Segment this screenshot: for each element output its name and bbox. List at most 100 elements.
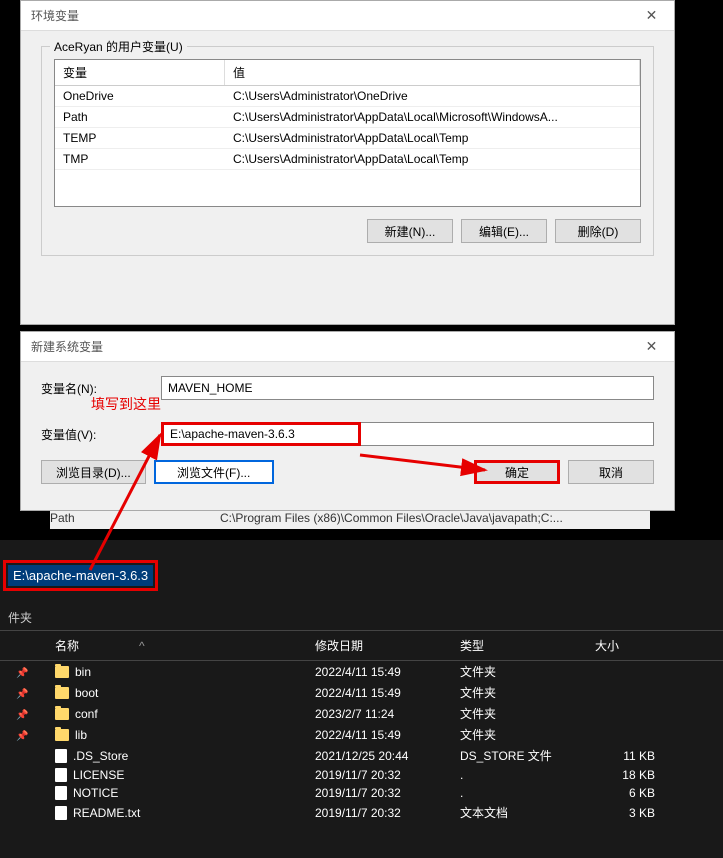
col-header-name[interactable]: 变量 <box>55 60 225 85</box>
path-bar-container: E:\apache-maven-3.6.3 <box>0 540 723 601</box>
file-name: LICENSE <box>73 768 124 782</box>
var-name-cell: TMP <box>55 149 225 169</box>
var-value-cell: C:\Users\Administrator\AppData\Local\Mic… <box>225 107 640 127</box>
file-name: lib <box>75 728 87 742</box>
file-list: 📌 bin 2022/4/11 15:49 文件夹 📌 boot 2022/4/… <box>0 661 723 823</box>
file-date: 2022/4/11 15:49 <box>305 728 450 742</box>
pin-icon[interactable]: 📌 <box>16 731 28 742</box>
file-name: README.txt <box>73 806 140 820</box>
file-name: NOTICE <box>73 786 118 800</box>
table-row[interactable]: PathC:\Users\Administrator\AppData\Local… <box>55 107 640 128</box>
file-date: 2019/11/7 20:32 <box>305 806 450 820</box>
explorer-column-headers: 名称 ^ 修改日期 类型 大小 <box>0 630 723 661</box>
pin-icon[interactable]: 📌 <box>16 710 28 721</box>
cancel-button[interactable]: 取消 <box>568 460 654 484</box>
col-header-name[interactable]: 名称 ^ <box>45 637 305 654</box>
group-label: AceRyan 的用户变量(U) <box>50 38 187 55</box>
browse-dir-button[interactable]: 浏览目录(D)... <box>41 460 146 484</box>
section-label: 件夹 <box>0 601 723 630</box>
edit-button[interactable]: 编辑(E)... <box>461 219 547 243</box>
file-date: 2022/4/11 15:49 <box>305 665 450 679</box>
pin-icon[interactable]: 📌 <box>16 689 28 700</box>
file-date: 2022/4/11 15:49 <box>305 686 450 700</box>
file-type: . <box>450 768 585 782</box>
file-size: 11 KB <box>585 749 665 763</box>
file-type: 文件夹 <box>450 705 585 722</box>
annotation-text: 填写到这里 <box>91 394 161 414</box>
list-item[interactable]: NOTICE 2019/11/7 20:32 . 6 KB <box>0 784 723 802</box>
file-type: 文件夹 <box>450 684 585 701</box>
delete-button[interactable]: 删除(D) <box>555 219 641 243</box>
var-name-cell: TEMP <box>55 128 225 148</box>
address-bar[interactable]: E:\apache-maven-3.6.3 <box>8 565 153 586</box>
var-value-cell: C:\Users\Administrator\OneDrive <box>225 86 640 106</box>
folder-icon <box>55 687 69 699</box>
dialog-title: 环境变量 <box>31 7 79 24</box>
list-item[interactable]: README.txt 2019/11/7 20:32 文本文档 3 KB <box>0 802 723 823</box>
folder-icon <box>55 708 69 720</box>
user-variables-table[interactable]: 变量 值 OneDriveC:\Users\Administrator\OneD… <box>54 59 641 207</box>
file-name: bin <box>75 665 91 679</box>
folder-icon <box>55 729 69 741</box>
browse-file-button[interactable]: 浏览文件(F)... <box>154 460 274 484</box>
user-variables-group: AceRyan 的用户变量(U) 变量 值 OneDriveC:\Users\A… <box>41 46 654 256</box>
col-pin <box>0 637 45 654</box>
path-highlight: E:\apache-maven-3.6.3 <box>3 560 158 591</box>
file-type: 文件夹 <box>450 726 585 743</box>
close-icon[interactable]: ✕ <box>629 1 674 31</box>
truncated-value: C:\Program Files (x86)\Common Files\Orac… <box>220 511 650 529</box>
user-var-buttons: 新建(N)... 编辑(E)... 删除(D) <box>54 219 641 243</box>
pin-icon[interactable]: 📌 <box>16 668 28 679</box>
file-name: .DS_Store <box>73 749 128 763</box>
list-item[interactable]: 📌 lib 2022/4/11 15:49 文件夹 <box>0 724 723 745</box>
sort-arrow-icon: ^ <box>139 639 145 653</box>
file-name: boot <box>75 686 98 700</box>
list-item[interactable]: .DS_Store 2021/12/25 20:44 DS_STORE 文件 1… <box>0 745 723 766</box>
var-value-label: 变量值(V): <box>41 426 161 443</box>
dialog-button-row: 浏览目录(D)... 浏览文件(F)... 确定 取消 <box>41 460 654 484</box>
col-header-value[interactable]: 值 <box>225 60 640 85</box>
var-value-cell: C:\Users\Administrator\AppData\Local\Tem… <box>225 149 640 169</box>
list-item[interactable]: LICENSE 2019/11/7 20:32 . 18 KB <box>0 766 723 784</box>
env-variables-dialog: 环境变量 ✕ AceRyan 的用户变量(U) 变量 值 OneDriveC:\… <box>20 0 675 325</box>
file-size: 3 KB <box>585 806 665 820</box>
folder-icon <box>55 666 69 678</box>
file-size: 18 KB <box>585 768 665 782</box>
file-explorer: E:\apache-maven-3.6.3 件夹 名称 ^ 修改日期 类型 大小… <box>0 540 723 858</box>
file-icon <box>55 768 67 782</box>
file-date: 2019/11/7 20:32 <box>305 768 450 782</box>
var-value-cell: C:\Users\Administrator\AppData\Local\Tem… <box>225 128 640 148</box>
var-name-input[interactable] <box>161 376 654 400</box>
table-row[interactable]: TMPC:\Users\Administrator\AppData\Local\… <box>55 149 640 170</box>
col-header-type[interactable]: 类型 <box>450 637 585 654</box>
table-row[interactable]: TEMPC:\Users\Administrator\AppData\Local… <box>55 128 640 149</box>
ok-button[interactable]: 确定 <box>474 460 560 484</box>
dialog-titlebar: 环境变量 ✕ <box>21 1 674 31</box>
dialog-title: 新建系统变量 <box>31 338 103 355</box>
file-size: 6 KB <box>585 786 665 800</box>
var-value-row: 变量值(V): <box>41 422 654 446</box>
file-name: conf <box>75 707 98 721</box>
list-item[interactable]: 📌 bin 2022/4/11 15:49 文件夹 <box>0 661 723 682</box>
table-row[interactable]: OneDriveC:\Users\Administrator\OneDrive <box>55 86 640 107</box>
new-button[interactable]: 新建(N)... <box>367 219 453 243</box>
truncated-name: Path <box>50 511 220 529</box>
file-icon <box>55 806 67 820</box>
file-date: 2019/11/7 20:32 <box>305 786 450 800</box>
close-icon[interactable]: ✕ <box>629 332 674 362</box>
table-header: 变量 值 <box>55 60 640 86</box>
new-system-variable-dialog: 新建系统变量 ✕ 变量名(N): 填写到这里 变量值(V): 浏览目录(D)..… <box>20 331 675 511</box>
col-header-size[interactable]: 大小 <box>585 637 665 654</box>
var-name-cell: OneDrive <box>55 86 225 106</box>
list-item[interactable]: 📌 conf 2023/2/7 11:24 文件夹 <box>0 703 723 724</box>
file-type: 文件夹 <box>450 663 585 680</box>
file-icon <box>55 749 67 763</box>
dialog-titlebar: 新建系统变量 ✕ <box>21 332 674 362</box>
var-value-input[interactable] <box>161 422 361 446</box>
file-type: 文本文档 <box>450 804 585 821</box>
file-type: . <box>450 786 585 800</box>
file-date: 2021/12/25 20:44 <box>305 749 450 763</box>
col-header-date[interactable]: 修改日期 <box>305 637 450 654</box>
list-item[interactable]: 📌 boot 2022/4/11 15:49 文件夹 <box>0 682 723 703</box>
file-date: 2023/2/7 11:24 <box>305 707 450 721</box>
